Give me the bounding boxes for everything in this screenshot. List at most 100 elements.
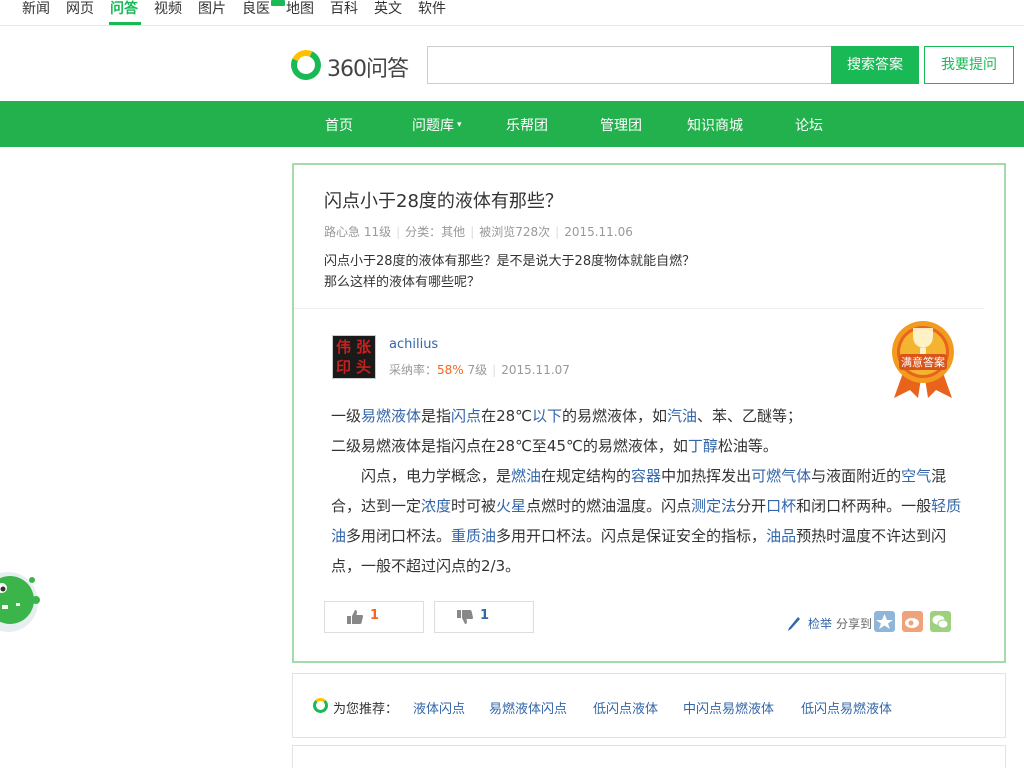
site-nav-video[interactable]: 视频 <box>154 0 182 18</box>
downvote-button[interactable]: 1 <box>434 601 534 633</box>
keyword-link[interactable]: 火星 <box>496 497 526 515</box>
answer-text: 时可被 <box>451 497 497 515</box>
answer-text: 在28℃ <box>481 407 532 425</box>
wechat-share-icon[interactable] <box>930 611 951 632</box>
keyword-link[interactable]: 油品 <box>766 527 796 545</box>
answer-text: 的易燃液体，如 <box>562 407 668 425</box>
answer-text: 一级 <box>331 407 362 425</box>
keyword-link[interactable]: 容器 <box>631 467 661 485</box>
question-author[interactable]: 路心急 <box>324 225 360 239</box>
search-input[interactable] <box>427 46 831 84</box>
keyword-link[interactable]: 易燃液体 <box>361 407 421 425</box>
answer-text: 多用开口杯法。闪点是保证安全的指标， <box>496 527 767 545</box>
qzone-share-icon[interactable] <box>874 611 895 632</box>
answer-text: 是指 <box>421 407 452 425</box>
keyword-link[interactable]: 浓度 <box>421 497 451 515</box>
mascot-icon[interactable] <box>0 560 44 640</box>
downvote-count: 1 <box>480 608 490 623</box>
question-category: 分类：其他 <box>405 225 466 239</box>
site-nav-english[interactable]: 英文 <box>374 0 402 18</box>
answer-text: 与液面附近的 <box>811 467 902 485</box>
answer-text: 中加热挥发出 <box>661 467 752 485</box>
keyword-link[interactable]: 闪点 <box>451 407 481 425</box>
site-nav-web[interactable]: 网页 <box>66 0 94 18</box>
recommend-link[interactable]: 液体闪点 <box>413 698 465 717</box>
site-nav-images[interactable]: 图片 <box>198 0 226 18</box>
keyword-link[interactable]: 空气 <box>901 467 931 485</box>
avatar-glyph: 头 <box>356 358 372 376</box>
upvote-count: 1 <box>370 608 380 623</box>
site-nav-news[interactable]: 新闻 <box>22 0 50 18</box>
question-author-level: 11级 <box>363 225 392 239</box>
site-nav-doctor[interactable]: 良医 <box>242 0 270 18</box>
site-nav-qa[interactable]: 问答 <box>110 0 138 18</box>
keyword-link[interactable]: 丁醇 <box>688 437 718 455</box>
recommend-link[interactable]: 低闪点液体 <box>593 698 658 717</box>
keyword-link[interactable]: 汽油 <box>667 407 697 425</box>
divider: | <box>555 225 560 239</box>
avatar-glyph: 印 <box>336 358 352 376</box>
new-badge-icon <box>271 0 285 6</box>
answer-line: 一级易燃液体是指闪点在28℃以下的易燃液体，如汽油、苯、乙醚等； <box>331 401 966 431</box>
question-desc-line: 那么这样的液体有哪些呢？ <box>324 275 481 290</box>
main-nav-admin[interactable]: 管理团 <box>600 115 642 135</box>
main-nav-store[interactable]: 知识商城 <box>687 115 743 135</box>
answer-user-level: 7级 <box>467 363 488 377</box>
ask-question-button[interactable]: 我要提问 <box>924 46 1014 84</box>
keyword-link[interactable]: 重质油 <box>451 527 496 545</box>
logo[interactable]: 360问答 <box>286 45 415 85</box>
keyword-link[interactable]: 燃油 <box>511 467 541 485</box>
answer-text: 点燃时的燃油温度。闪点 <box>526 497 692 515</box>
divider: | <box>396 225 401 239</box>
recommend-link[interactable]: 易燃液体闪点 <box>489 698 567 717</box>
recommend-label: 为您推荐： <box>333 702 399 717</box>
keyword-link[interactable]: 口杯 <box>766 497 796 515</box>
share-bar: 检举 分享到： <box>788 611 988 637</box>
main-nav: 首页 问题库 ▾ 乐帮团 管理团 知识商城 论坛 <box>0 101 1024 147</box>
site-nav-software[interactable]: 软件 <box>418 0 446 18</box>
medal-label: 满意答案 <box>901 355 945 369</box>
thumbs-down-icon <box>457 610 473 624</box>
main-nav-home[interactable]: 首页 <box>325 115 353 135</box>
site-nav-baike[interactable]: 百科 <box>330 0 358 18</box>
best-answer-medal-icon: 满意答案 <box>892 321 954 398</box>
accept-rate-label: 采纳率： <box>389 363 438 377</box>
upvote-button[interactable]: 1 <box>324 601 424 633</box>
keyword-link[interactable]: 以下 <box>532 407 562 425</box>
question-date: 2015.11.06 <box>564 225 633 239</box>
divider: | <box>470 225 475 239</box>
site-nav-map[interactable]: 地图 <box>286 0 314 18</box>
main-nav-lebang[interactable]: 乐帮团 <box>506 115 548 135</box>
avatar-glyph: 伟 <box>336 338 352 356</box>
thumbs-up-icon <box>347 610 363 624</box>
answer-text: 多用闭口杯法。 <box>346 527 452 545</box>
question-answer-card: 闪点小于28度的液体有那些？ 路心急 11级 | 分类：其他 | 被浏览728次 | 201… <box>292 163 1006 663</box>
active-tab-underline <box>109 22 141 25</box>
main-nav-forum[interactable]: 论坛 <box>795 115 823 135</box>
question-description: 闪点小于28度的液体有那些？是不是说大于28度物体就能自燃？ 那么这样的液体有哪… <box>324 251 695 293</box>
answer-text: 松油等。 <box>717 437 778 455</box>
chevron-down-icon: ▾ <box>457 120 462 130</box>
question-views: 被浏览728次 <box>479 225 551 239</box>
avatar[interactable]: 伟 张 印 头 <box>332 335 376 379</box>
answer-meta: 采纳率：58% 7级 | 2015.11.07 <box>389 361 570 378</box>
search-button[interactable]: 搜索答案 <box>831 46 919 84</box>
weibo-share-icon[interactable] <box>902 611 923 632</box>
accept-rate: 58% <box>437 363 464 377</box>
recommend-link[interactable]: 中闪点易燃液体 <box>683 698 774 717</box>
answer-username[interactable]: achilius <box>389 337 438 352</box>
keyword-link[interactable]: 可燃气体 <box>751 467 811 485</box>
pen-icon <box>788 617 800 631</box>
divider: | <box>492 363 497 377</box>
recommend-link[interactable]: 低闪点易燃液体 <box>801 698 892 717</box>
answer-text: 二级易燃液体是指闪点在28℃至45℃的易燃液体，如 <box>331 437 688 455</box>
report-link[interactable]: 检举 <box>808 615 832 632</box>
header: 360问答 搜索答案 我要提问 <box>0 26 1024 101</box>
avatar-glyph: 张 <box>356 338 372 356</box>
divider <box>294 308 984 309</box>
main-nav-question-library[interactable]: 问题库 ▾ <box>412 115 462 135</box>
recommend-logo-icon <box>313 698 328 713</box>
answer-text: 、苯、乙醚等； <box>697 407 803 425</box>
keyword-link[interactable]: 测定法 <box>691 497 736 515</box>
question-title: 闪点小于28度的液体有那些？ <box>324 191 563 212</box>
